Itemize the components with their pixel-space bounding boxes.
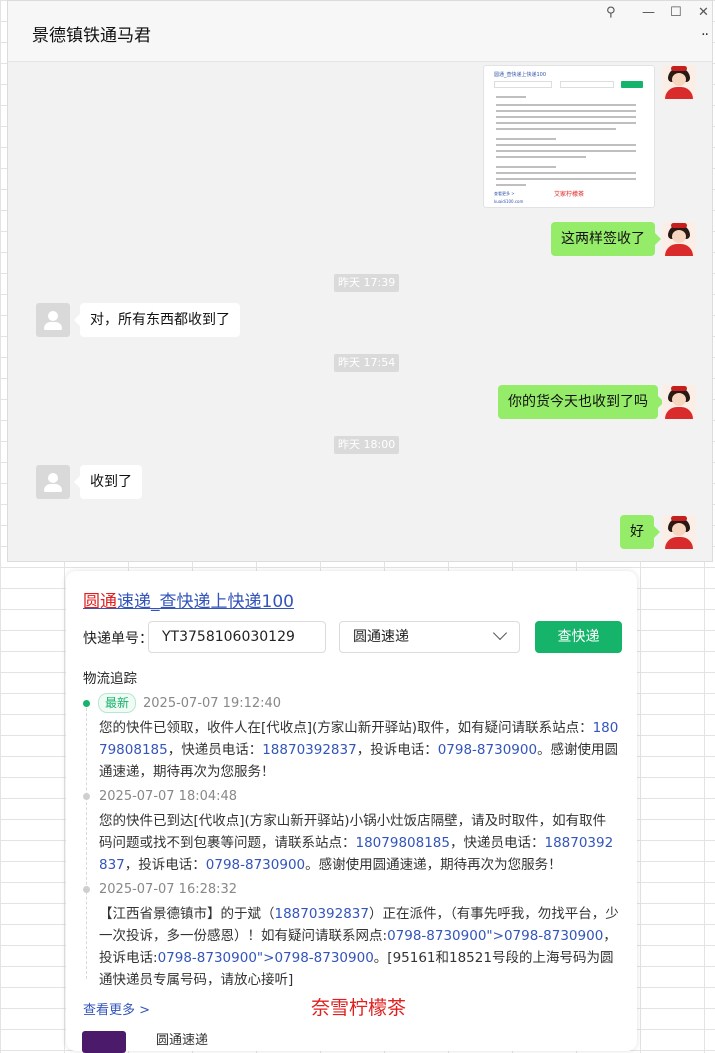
tracking-card: 圆通速递_查快递上快递100 快递单号： YT3758106030129 圆通速… [66,571,637,1053]
footer-carrier: 圆通速递 [156,1033,209,1048]
avatar[interactable] [662,222,696,256]
carrier-value: 圆通速递 [353,629,409,645]
thumb-button [621,81,643,88]
carrier-select[interactable]: 圆通速递 [339,621,520,653]
avatar[interactable] [662,385,696,419]
avatar[interactable] [36,465,70,499]
signature-text: 奈雪柠檬茶 [311,997,407,1019]
see-more-link[interactable]: 查看更多 > [83,999,150,1018]
title-bar: 景德镇铁通马君 ⚲ — ☐ ✕ ·· [8,1,712,62]
timeline-dot [83,700,90,707]
message-bubble[interactable]: 好 [620,515,660,549]
query-button[interactable]: 查快递 [535,621,622,653]
thumb-title: 圆通_查快递上快递100 [494,72,547,78]
event-desc: 您的快件已到达[代收点](方家山新开驿站)小锅小灶饭店隔壁，请及时取件，如有取件… [99,813,614,873]
message-bubble[interactable]: 收到了 [74,465,142,499]
avatar[interactable] [662,515,696,549]
image-message[interactable]: 圆通_查快递上快递100 查看更多 > 艾家柠檬茶 kuaidi100.com [483,65,655,208]
event-desc: 您的快件已领取，收件人在[代收点](方家山新开驿站)取件，如有疑问请联系站点：1… [99,720,619,780]
avatar[interactable] [662,65,696,99]
timeline-line [86,703,87,979]
thumb-sign: 艾家柠檬茶 [554,191,585,198]
chat-area: 圆通_查快递上快递100 查看更多 > 艾家柠檬茶 kuaidi100.com … [8,61,712,561]
section-title: 物流追踪 [83,671,137,687]
chevron-down-icon [492,625,508,641]
title-rest: 速递_查快递上快递100 [117,592,294,612]
timestamp: 昨天 17:39 [334,274,400,292]
avatar[interactable] [36,303,70,337]
message-bubble[interactable]: 你的货今天也收到了吗 [498,385,664,419]
event-time: 2025-07-07 19:12:40 [143,696,282,711]
timeline-dot [83,886,90,893]
close-icon[interactable]: ✕ [698,5,709,20]
thumb-select [560,81,614,88]
latest-badge: 最新 [98,693,137,713]
message-bubble[interactable]: 对，所有东西都收到了 [74,303,240,337]
pin-icon[interactable]: ⚲ [606,5,616,20]
timestamp: 昨天 18:00 [334,436,400,454]
minimize-icon[interactable]: — [642,5,655,20]
timestamp: 昨天 17:54 [334,354,400,372]
thumb-domain: kuaidi100.com [494,199,524,204]
chat-window: 景德镇铁通马君 ⚲ — ☐ ✕ ·· 圆通_查快递上快递100 查看更多 > 艾… [7,0,713,562]
message-bubble[interactable]: 这两样签收了 [551,222,661,256]
thumb-more: 查看更多 > [494,191,515,196]
thumb-input [494,81,552,88]
event-time: 2025-07-07 16:28:32 [99,882,238,897]
maximize-icon[interactable]: ☐ [670,5,682,20]
more-icon[interactable]: ·· [701,27,709,43]
chat-title: 景德镇铁通马君 [32,26,151,46]
timeline-dot [83,793,90,800]
event-desc: 【江西省景德镇市】的于斌（18870392837）正在派件，（有事先呼我，勿找平… [99,906,619,988]
tracking-input[interactable]: YT3758106030129 [148,621,326,653]
carrier-logo [82,1031,126,1053]
title-carrier: 圆通 [83,592,117,612]
card-title[interactable]: 圆通速递_查快递上快递100 [83,587,294,612]
event-time: 2025-07-07 18:04:48 [99,789,238,804]
tracking-label: 快递单号： [83,631,153,647]
